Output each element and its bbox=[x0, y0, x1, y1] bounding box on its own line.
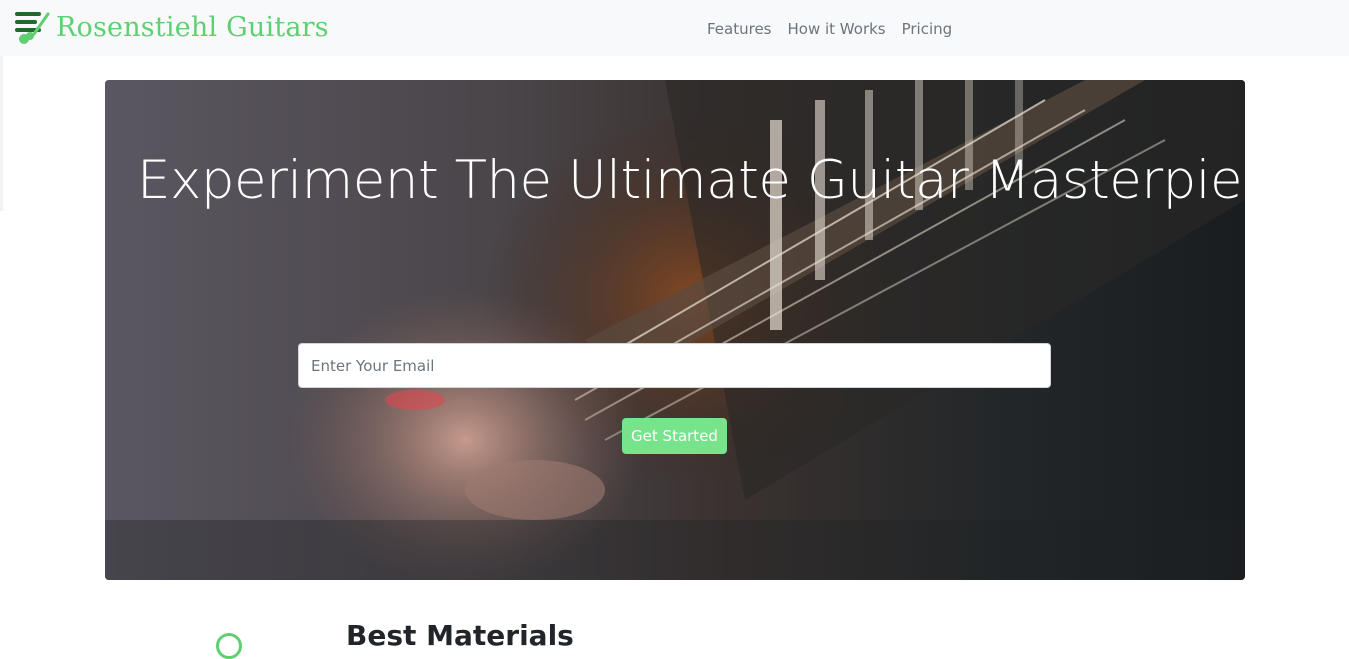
nav-link-features[interactable]: Features bbox=[699, 19, 780, 39]
get-started-button[interactable]: Get Started bbox=[622, 418, 727, 454]
nav-link-pricing[interactable]: Pricing bbox=[894, 19, 961, 39]
hero-title: Experiment The Ultimate Guitar Masterpie… bbox=[137, 150, 1245, 211]
brand-name: Rosenstiehl Guitars bbox=[56, 12, 329, 43]
feature-title: Best Materials bbox=[346, 619, 574, 652]
brand-link[interactable]: Rosenstiehl Guitars bbox=[14, 10, 329, 46]
hero-section: Experiment The Ultimate Guitar Masterpie… bbox=[105, 80, 1245, 580]
nav-links: Features How it Works Pricing bbox=[699, 19, 960, 39]
navbar: Rosenstiehl Guitars Features How it Work… bbox=[0, 0, 1349, 56]
circle-icon bbox=[216, 633, 242, 659]
nav-link-how-it-works[interactable]: How it Works bbox=[780, 19, 894, 39]
guitar-menu-icon bbox=[15, 12, 50, 44]
side-edge bbox=[0, 56, 3, 211]
email-input[interactable] bbox=[298, 343, 1051, 388]
